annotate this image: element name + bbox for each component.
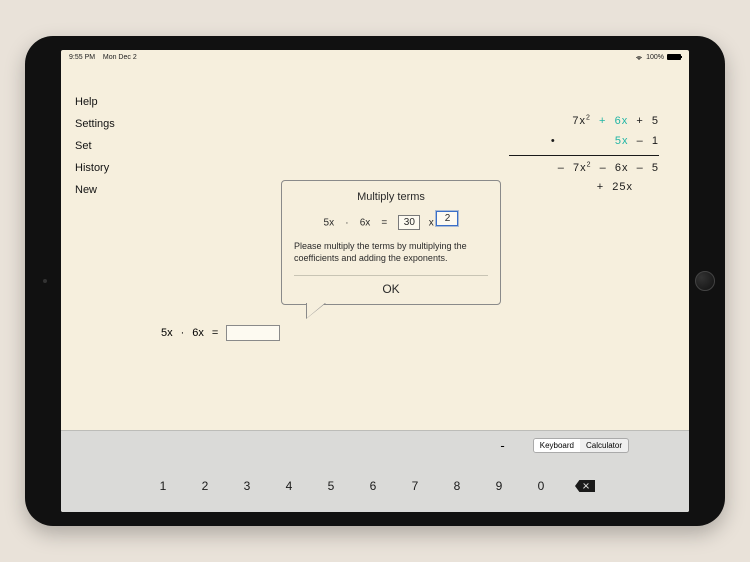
term: 5x: [615, 135, 629, 147]
op-equals-icon: =: [212, 327, 218, 339]
key-7[interactable]: 7: [407, 479, 423, 493]
term: 5x: [161, 327, 173, 339]
popup-tail-icon: [306, 303, 326, 319]
term: 7x2: [572, 115, 591, 127]
popup-equation: 5x · 6x = 30 x 2: [294, 211, 488, 230]
poly-row-3: – 7x2 – 6x – 5: [509, 159, 659, 179]
op-minus-icon: –: [633, 135, 648, 147]
status-right: 100%: [635, 53, 681, 61]
key-9[interactable]: 9: [491, 479, 507, 493]
status-date: Mon Dec 2: [103, 54, 137, 61]
polynomial-workarea: 7x2 + 6x + 5 • 5x – 1 – 7x2 – 6x – 5: [509, 112, 659, 198]
poly-row-2: • 5x – 1: [509, 132, 659, 152]
key-6[interactable]: 6: [365, 479, 381, 493]
key-4[interactable]: 4: [281, 479, 297, 493]
bottom-equation: 5x · 6x =: [161, 325, 280, 341]
multiply-terms-popup: Multiply terms 5x · 6x = 30 x 2 Please m…: [281, 180, 501, 305]
term: 1: [652, 135, 659, 147]
keypad-panel: - Keyboard Calculator 1 2 3 4 5 6 7 8 9 …: [61, 430, 689, 512]
term: 5: [652, 115, 659, 127]
op-minus-icon: –: [633, 162, 648, 174]
menu-item-help[interactable]: Help: [75, 96, 115, 108]
op-multiply-dot-icon: ·: [345, 217, 348, 228]
tablet-frame: 9:55 PM Mon Dec 2 100% Help Settings Set…: [25, 36, 725, 526]
battery-icon: [667, 54, 681, 60]
term: 5: [652, 162, 659, 174]
popup-title: Multiply terms: [294, 191, 488, 203]
key-0[interactable]: 0: [533, 479, 549, 493]
status-left: 9:55 PM Mon Dec 2: [69, 54, 137, 61]
device-camera: [43, 279, 47, 283]
op-minus-icon: –: [596, 162, 611, 174]
poly-row-1: 7x2 + 6x + 5: [509, 112, 659, 132]
op-multiply-dot-icon: •: [551, 132, 611, 152]
term: 6x: [615, 115, 629, 127]
term: 6x: [615, 162, 629, 174]
menu-item-new[interactable]: New: [75, 184, 115, 196]
key-8[interactable]: 8: [449, 479, 465, 493]
key-3[interactable]: 3: [239, 479, 255, 493]
op-multiply-dot-icon: ·: [181, 327, 185, 339]
segment-calculator[interactable]: Calculator: [580, 439, 628, 452]
key-5[interactable]: 5: [323, 479, 339, 493]
home-button[interactable]: [695, 271, 715, 291]
minus-key[interactable]: -: [500, 438, 504, 453]
keypad-top-row: - Keyboard Calculator: [61, 431, 689, 459]
status-battery-pct: 100%: [646, 54, 664, 61]
exponent-input[interactable]: 2: [436, 211, 458, 226]
op-plus-icon: +: [595, 115, 611, 127]
key-1[interactable]: 1: [155, 479, 171, 493]
term: 25x: [612, 181, 633, 193]
key-2[interactable]: 2: [197, 479, 213, 493]
term: 6x: [360, 217, 371, 228]
input-mode-toggle: Keyboard Calculator: [533, 438, 629, 453]
term: 6x: [192, 327, 204, 339]
op-plus-icon: +: [632, 115, 648, 127]
division-line: [509, 155, 659, 156]
menu-item-settings[interactable]: Settings: [75, 118, 115, 130]
status-bar: 9:55 PM Mon Dec 2 100%: [61, 50, 689, 64]
main-menu: Help Settings Set History New: [75, 96, 115, 196]
op-equals-icon: =: [381, 217, 387, 228]
popup-hint-text: Please multiply the terms by multiplying…: [294, 240, 488, 264]
op-minus-icon: –: [558, 162, 569, 174]
menu-item-set[interactable]: Set: [75, 140, 115, 152]
poly-row-4: + 25x: [509, 178, 659, 198]
answer-input[interactable]: [226, 325, 280, 341]
term: 7x2: [573, 162, 592, 174]
op-plus-icon: +: [597, 181, 608, 193]
status-time: 9:55 PM: [69, 54, 95, 61]
coefficient-input[interactable]: 30: [398, 215, 420, 230]
backspace-icon[interactable]: [575, 480, 595, 492]
variable-x: x: [429, 217, 434, 228]
ok-button[interactable]: OK: [294, 275, 488, 296]
segment-keyboard[interactable]: Keyboard: [534, 439, 580, 452]
menu-item-history[interactable]: History: [75, 162, 115, 174]
term: 5x: [324, 217, 335, 228]
number-key-row: 1 2 3 4 5 6 7 8 9 0: [61, 459, 689, 512]
wifi-icon: [635, 53, 643, 61]
app-screen: 9:55 PM Mon Dec 2 100% Help Settings Set…: [61, 50, 689, 512]
